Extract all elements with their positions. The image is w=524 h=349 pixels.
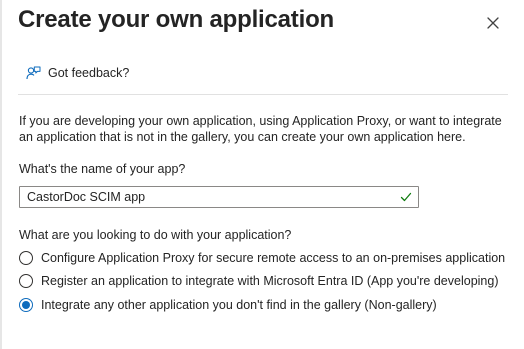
feedback-button[interactable]: Got feedback? — [26, 66, 129, 80]
radio-option-register-app[interactable]: Register an application to integrate wit… — [19, 274, 498, 288]
command-bar: Got feedback? — [18, 58, 508, 95]
radio-button-selected[interactable] — [19, 298, 33, 312]
radio-label: Configure Application Proxy for secure r… — [41, 251, 506, 265]
app-name-input[interactable] — [20, 188, 387, 206]
feedback-person-icon — [26, 66, 41, 80]
radio-label: Integrate any other application you don'… — [41, 298, 437, 312]
intro-text: If you are developing your own applicati… — [19, 114, 502, 144]
radio-option-non-gallery[interactable]: Integrate any other application you don'… — [19, 298, 437, 312]
close-button[interactable] — [482, 12, 504, 34]
feedback-label: Got feedback? — [48, 66, 130, 80]
checkmark-icon — [400, 192, 412, 202]
purpose-question: What are you looking to do with your app… — [19, 228, 292, 242]
radio-button[interactable] — [19, 274, 33, 288]
page-title: Create your own application — [18, 6, 334, 33]
app-name-label: What's the name of your app? — [19, 162, 186, 176]
close-icon — [487, 17, 499, 29]
panel-left-border — [0, 0, 2, 349]
radio-label: Register an application to integrate wit… — [41, 274, 499, 288]
app-name-field[interactable] — [19, 186, 419, 208]
radio-option-app-proxy[interactable]: Configure Application Proxy for secure r… — [19, 251, 505, 265]
radio-button[interactable] — [19, 251, 33, 265]
create-app-panel: Create your own application Got feedback… — [0, 0, 524, 349]
